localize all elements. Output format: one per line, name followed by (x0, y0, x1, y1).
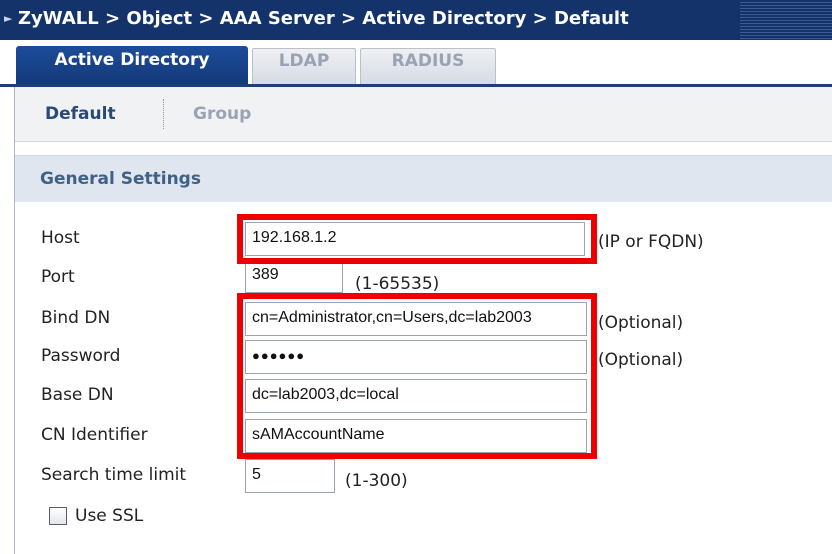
base-dn-label: Base DN (41, 385, 114, 405)
title-bar: ► ZyWALL > Object > AAA Server > Active … (0, 0, 832, 40)
base-dn-input[interactable]: dc=lab2003,dc=local (245, 379, 587, 413)
port-hint: (1-65535) (355, 274, 440, 294)
bind-dn-label: Bind DN (41, 308, 111, 328)
host-input[interactable]: 192.168.1.2 (245, 222, 585, 256)
cn-identifier-label: CN Identifier (41, 425, 148, 445)
use-ssl-checkbox[interactable] (49, 507, 67, 525)
subtab-default[interactable]: Default (45, 103, 116, 125)
subtab-divider (163, 99, 164, 129)
tab-active-directory[interactable]: Active Directory (16, 46, 248, 84)
search-time-limit-label: Search time limit (41, 465, 187, 485)
bind-dn-input[interactable]: cn=Administrator,cn=Users,dc=lab2003 (245, 302, 587, 336)
cn-identifier-input[interactable]: sAMAccountName (245, 419, 587, 453)
aaa-server-window: ► ZyWALL > Object > AAA Server > Active … (0, 0, 832, 554)
breadcrumb-arrow-icon: ► (4, 12, 13, 25)
content-panel: Default Group General Settings Host 192.… (14, 87, 832, 554)
password-input[interactable]: ●●●●●● (245, 340, 587, 374)
search-time-limit-input[interactable]: 5 (245, 459, 335, 493)
top-tab-bar: Active Directory LDAP RADIUS (0, 40, 832, 87)
host-label: Host (41, 228, 80, 248)
breadcrumb: ZyWALL > Object > AAA Server > Active Di… (18, 8, 629, 29)
port-label: Port (41, 267, 75, 287)
tab-radius[interactable]: RADIUS (360, 48, 496, 84)
port-input[interactable]: 389 (245, 259, 343, 293)
title-bar-stripes (740, 0, 832, 40)
section-title: General Settings (40, 169, 201, 189)
sub-tab-bar: Default Group (15, 87, 832, 142)
section-header: General Settings (15, 155, 832, 202)
use-ssl-label: Use SSL (75, 506, 144, 526)
subtab-group[interactable]: Group (193, 103, 251, 125)
password-hint: (Optional) (598, 350, 684, 370)
bind-dn-hint: (Optional) (598, 313, 684, 333)
tab-ldap[interactable]: LDAP (252, 48, 356, 84)
search-time-limit-hint: (1-300) (345, 471, 408, 491)
host-hint: (IP or FQDN) (598, 232, 704, 252)
password-label: Password (41, 346, 121, 366)
